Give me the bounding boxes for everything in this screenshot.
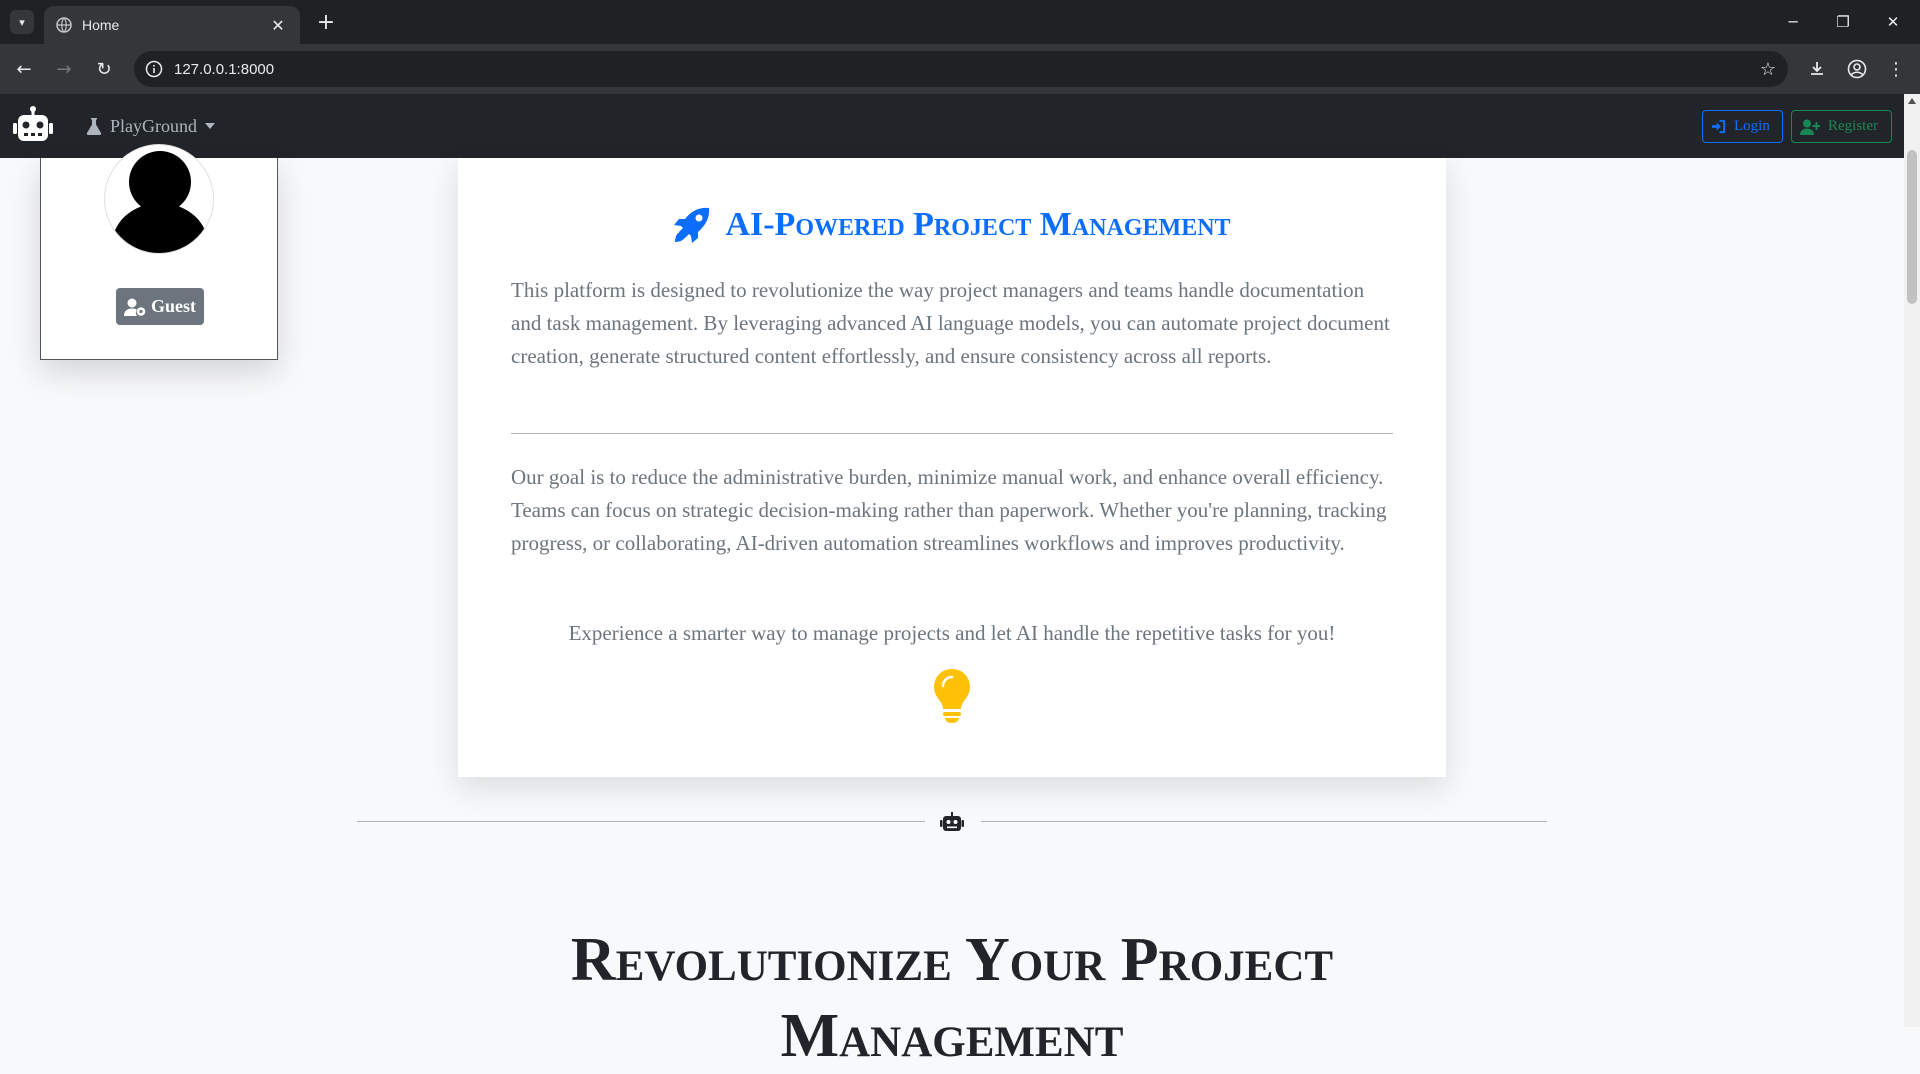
register-label: Register xyxy=(1828,118,1878,134)
guest-badge[interactable]: Guest xyxy=(116,288,204,325)
register-button[interactable]: Register xyxy=(1791,110,1892,143)
playground-label: PlayGround xyxy=(110,115,197,136)
address-bar[interactable]: 127.0.0.1:8000 ☆ xyxy=(134,51,1788,87)
new-tab-button[interactable]: + xyxy=(312,8,340,36)
card-divider xyxy=(511,433,1393,434)
guest-label: Guest xyxy=(151,296,196,316)
back-button[interactable]: ← xyxy=(10,55,38,83)
avatar xyxy=(104,144,214,254)
profile-icon[interactable] xyxy=(1843,55,1871,83)
restore-button[interactable]: ❐ xyxy=(1818,0,1868,44)
minimize-button[interactable]: ─ xyxy=(1768,0,1818,44)
scroll-thumb[interactable] xyxy=(1907,150,1917,304)
cta-text: Experience a smarter way to manage proje… xyxy=(568,621,1336,645)
card-title: AI-Powered Project Management xyxy=(458,206,1446,244)
divider-robot-icon xyxy=(940,812,964,831)
intro-card: AI-Powered Project Management This platf… xyxy=(458,158,1446,777)
login-label: Login xyxy=(1734,118,1770,134)
site-navbar: PlayGround Login Register xyxy=(0,94,1904,158)
close-tab-icon[interactable]: ✕ xyxy=(268,16,288,35)
section-divider-right xyxy=(981,821,1547,822)
browser-tab[interactable]: Home ✕ xyxy=(44,6,300,44)
url-text: 127.0.0.1:8000 xyxy=(174,60,275,78)
close-window-button[interactable]: ✕ xyxy=(1868,0,1918,44)
menu-icon[interactable]: ⋮ xyxy=(1882,55,1910,83)
forward-button[interactable]: → xyxy=(50,55,78,83)
section-divider-left xyxy=(357,821,925,822)
page-scrollbar[interactable] xyxy=(1904,94,1920,1027)
browser-toolbar: ← → ↻ 127.0.0.1:8000 ☆ ⋮ xyxy=(0,44,1920,94)
profile-card: Guest xyxy=(40,144,278,360)
tab-search-button[interactable]: ▾ xyxy=(10,10,34,34)
playground-dropdown[interactable]: PlayGround xyxy=(86,114,215,138)
reload-button[interactable]: ↻ xyxy=(90,55,118,83)
login-icon xyxy=(1711,119,1726,134)
card-title-text: AI-Powered Project Management xyxy=(725,206,1231,243)
user-icon xyxy=(112,151,208,253)
tab-title: Home xyxy=(82,17,120,33)
site-info-icon[interactable] xyxy=(145,60,163,78)
login-button[interactable]: Login xyxy=(1702,110,1783,143)
robot-icon[interactable] xyxy=(12,106,54,146)
section-heading: Revolutionize Your Project Management xyxy=(570,926,1334,1070)
chevron-down-icon xyxy=(205,123,215,129)
bookmark-star-icon[interactable]: ☆ xyxy=(1748,59,1788,80)
flask-icon xyxy=(86,118,102,135)
rocket-icon xyxy=(674,207,710,243)
scroll-up-arrow[interactable] xyxy=(1908,98,1916,104)
intro-paragraph: This platform is designed to revolutioni… xyxy=(511,278,1390,368)
lightbulb-icon xyxy=(934,669,970,723)
globe-icon xyxy=(56,17,72,33)
goal-paragraph: Our goal is to reduce the administrative… xyxy=(511,465,1387,555)
download-icon[interactable] xyxy=(1803,55,1831,83)
user-plus-icon xyxy=(1800,119,1820,135)
browser-tab-bar: ▾ Home ✕ + ─ ❐ ✕ xyxy=(0,0,1920,44)
user-gear-icon xyxy=(124,298,146,316)
